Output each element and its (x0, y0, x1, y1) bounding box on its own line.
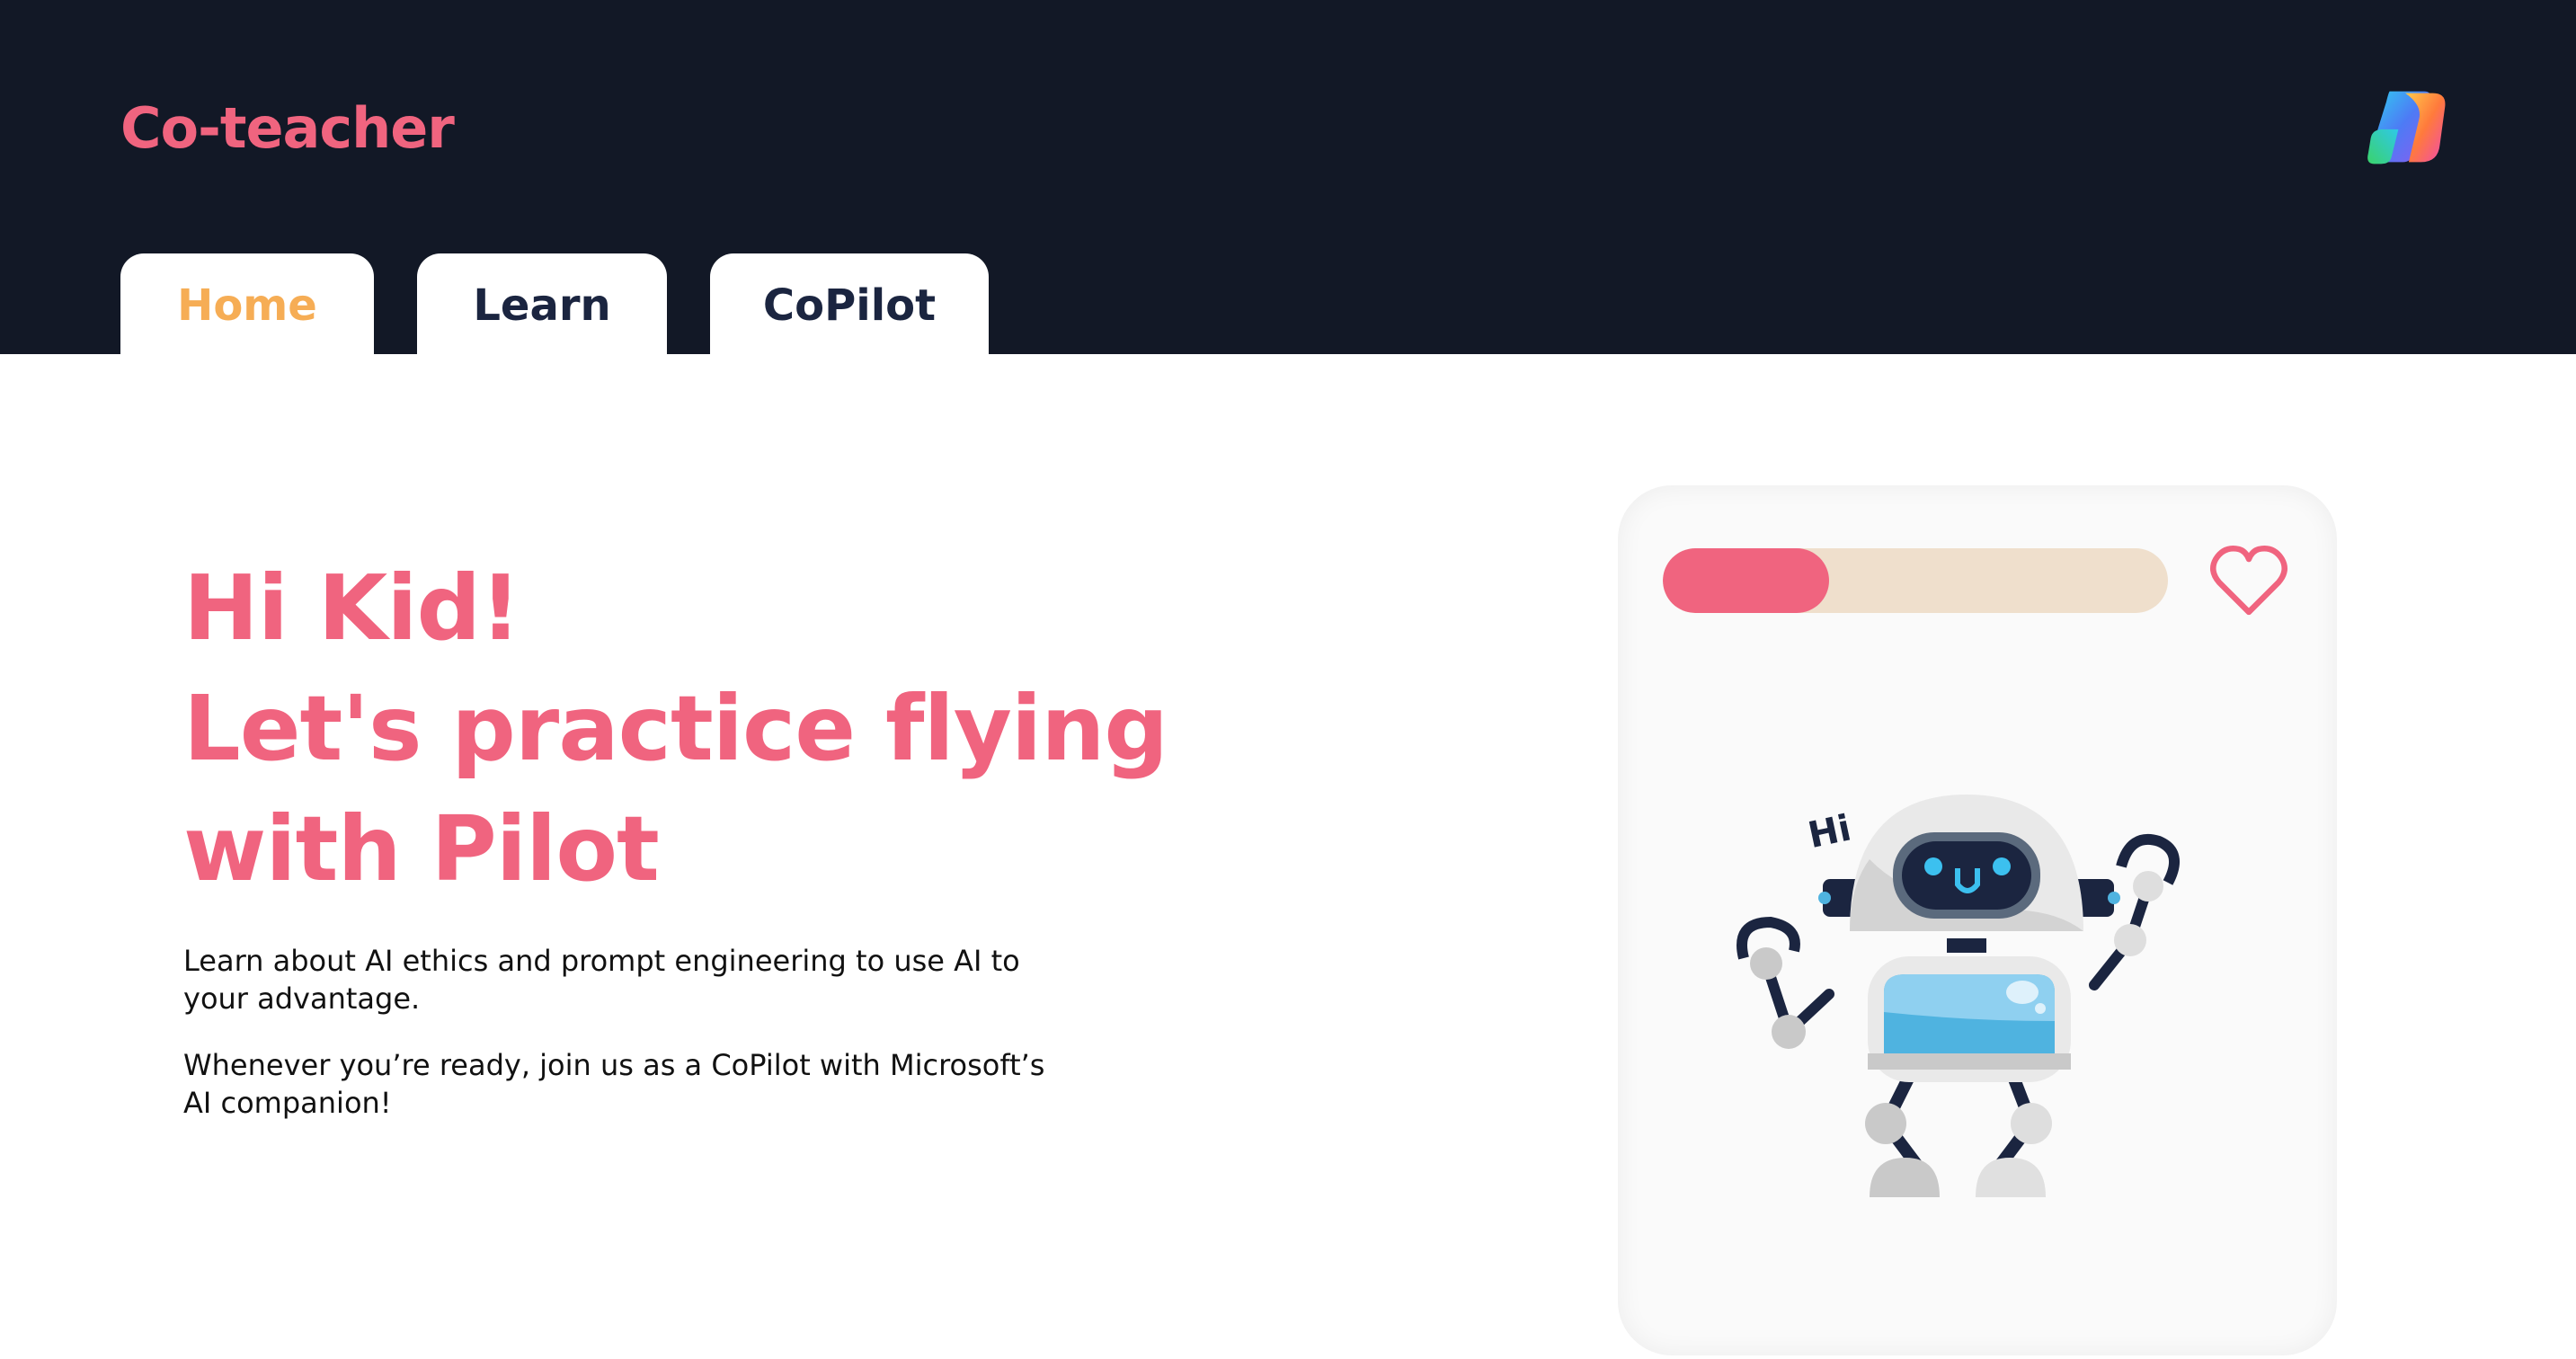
robot-hi-text: Hi (1805, 807, 1855, 857)
hero-heading: Hi Kid! Let's practice flying with Pilot (183, 548, 1352, 910)
app-brand-title[interactable]: Co-teacher (120, 95, 455, 161)
tab-copilot[interactable]: CoPilot (710, 253, 989, 354)
top-header: Co-teacher Home Learn CoPilot (0, 0, 2576, 354)
heart-icon[interactable] (2207, 539, 2290, 622)
robot-card: Hi (1618, 485, 2337, 1355)
hero-heading-line-1: Hi Kid! (183, 555, 521, 661)
progress-bar-fill (1663, 548, 1830, 613)
hero-heading-line-3: with Pilot (183, 796, 660, 902)
robot-illustration: Hi (1737, 795, 2181, 1197)
tab-learn[interactable]: Learn (417, 253, 667, 354)
hero-heading-line-2: Let's practice flying (183, 676, 1168, 781)
copilot-logo-icon[interactable] (2364, 84, 2450, 171)
hero-paragraph-ai-ethics: Learn about AI ethics and prompt enginee… (183, 944, 1020, 1016)
progress-bar (1663, 548, 2168, 613)
tab-home[interactable]: Home (120, 253, 374, 354)
hero-paragraph-join: Whenever you’re ready, join us as a CoPi… (183, 1048, 1045, 1120)
